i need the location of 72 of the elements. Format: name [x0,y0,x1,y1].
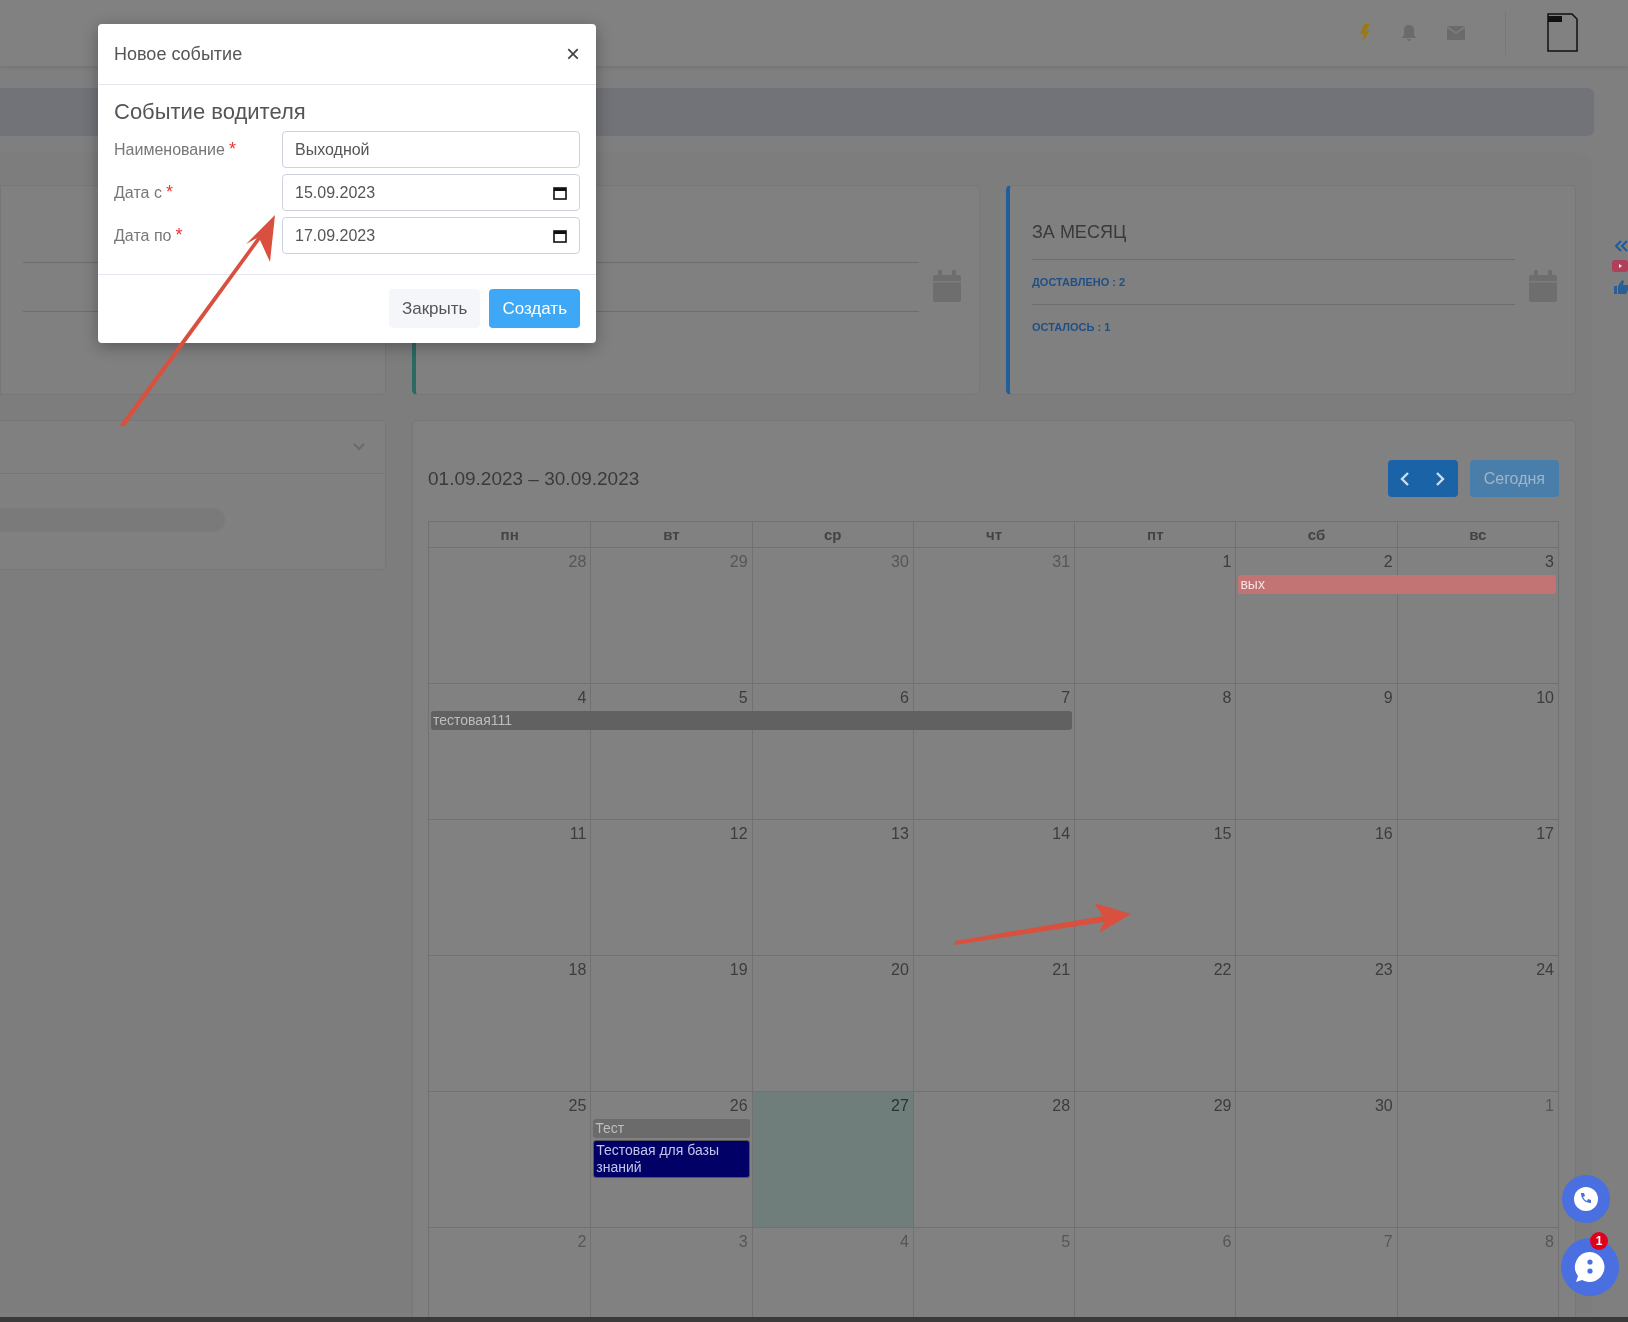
double-chevron-icon[interactable] [1614,240,1628,252]
day-number[interactable]: 3 [1545,548,1558,575]
lightning-icon[interactable] [1359,24,1371,42]
day-number[interactable]: 9 [1383,684,1397,711]
day-number[interactable]: 16 [1374,820,1397,847]
day-number[interactable]: 27 [891,1092,913,1119]
phone-chat-button[interactable] [1562,1175,1610,1223]
date-field[interactable]: 15.09.2023 [282,174,580,211]
thumbs-up-icon[interactable] [1614,280,1628,294]
day-number[interactable]: 17 [1536,820,1558,847]
stat-text: ДОСТАВЛЕНО : 2 [1032,275,1127,290]
day-number[interactable]: 23 [1374,956,1397,983]
calendar-icon [553,185,567,200]
day-number[interactable]: 22 [1213,956,1236,983]
day-number[interactable]: 1 [1222,548,1236,575]
field-label: Наименование * [114,139,237,160]
day-number[interactable]: 29 [1213,1092,1236,1119]
close-button[interactable]: × [566,42,580,66]
day-number[interactable]: 24 [1536,956,1558,983]
day-number[interactable]: 10 [1536,684,1558,711]
weekday-header: чт [912,522,1075,547]
day-number[interactable]: 6 [899,684,913,711]
form-heading: Событие водителя [114,99,307,125]
day-number[interactable]: 20 [891,956,913,983]
calendar-event[interactable] [912,711,1073,730]
dialog-title: Новое событие [114,43,243,65]
weekday-header: сб [1235,522,1397,547]
create-button[interactable]: Создать [489,289,580,328]
day-number[interactable]: 21 [1052,956,1075,983]
name-field[interactable]: Выходной [282,131,580,168]
field-label: Дата с * [114,182,174,203]
notification-badge: 1 [1590,1232,1608,1250]
video-icon[interactable] [1612,260,1628,272]
calendar-icon [553,228,567,243]
day-number[interactable]: 18 [568,956,591,983]
day-number[interactable]: 12 [729,820,752,847]
card-title: ЗА МЕСЯЦ [1032,214,1515,260]
calendar-event[interactable]: Тест [593,1119,750,1138]
weekday-header: вт [590,522,752,547]
day-number[interactable]: 4 [577,684,591,711]
calendar-event[interactable]: вых [1238,575,1397,594]
date-range: 01.09.2023 – 30.09.2023 [428,467,640,490]
date-field[interactable]: 17.09.2023 [282,217,580,254]
today-button[interactable]: Сегодня [1469,460,1559,497]
day-number[interactable]: 5 [738,684,752,711]
day-number[interactable]: 8 [1222,684,1236,711]
day-number[interactable]: 25 [568,1092,591,1119]
calendar-event[interactable]: Тестовая для базы знаний [593,1140,750,1178]
day-number[interactable]: 2 [1383,548,1397,575]
calendar-event[interactable] [1396,575,1556,594]
day-number[interactable]: 26 [729,1092,752,1119]
weekday-header: вс [1396,522,1558,547]
weekday-header: ср [751,522,913,547]
calendar-event[interactable]: тестовая111 [431,711,591,730]
day-number[interactable]: 30 [1374,1092,1397,1119]
phone-icon [1573,1186,1599,1212]
day-number[interactable]: 7 [1061,684,1075,711]
chevron-left-icon [1400,471,1411,486]
day-number[interactable]: 14 [1052,820,1075,847]
weekday-header: пт [1074,522,1236,547]
cancel-button[interactable]: Закрыть [388,289,481,328]
file-icon[interactable] [1546,13,1578,53]
day-number[interactable]: 11 [569,820,591,847]
day-number[interactable]: 19 [729,956,752,983]
stat-text: ОСТАЛОСЬ : 1 [1032,304,1515,349]
chevron-right-icon [1435,471,1446,486]
day-number[interactable]: 15 [1213,820,1236,847]
day-number[interactable]: 13 [891,820,913,847]
day-number[interactable]: 28 [1052,1092,1075,1119]
field-label: Дата по * [114,225,184,246]
chat-bubble-icon [1573,1250,1607,1284]
weekday-header: пн [499,525,520,545]
